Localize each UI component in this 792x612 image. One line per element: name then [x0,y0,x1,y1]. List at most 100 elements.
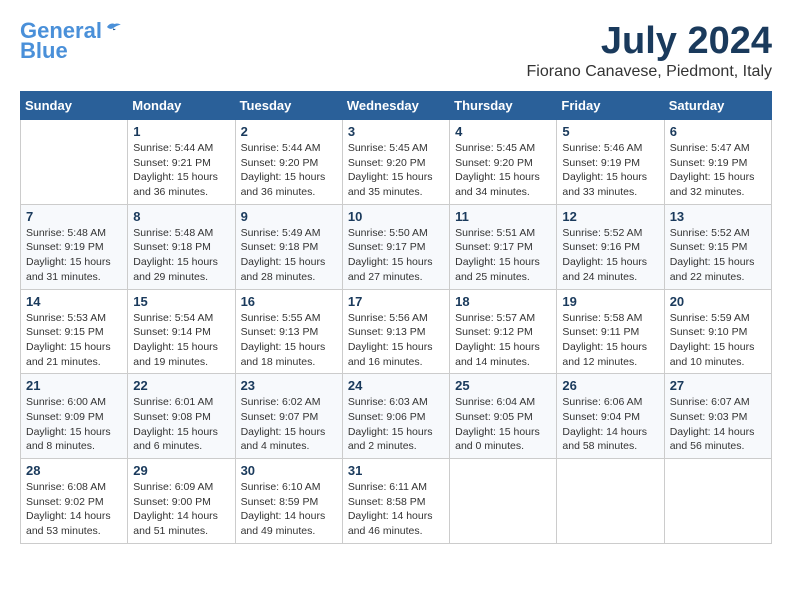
calendar-cell: 10 Sunrise: 5:50 AM Sunset: 9:17 PM Dayli… [342,204,449,289]
location-subtitle: Fiorano Canavese, Piedmont, Italy [527,63,772,81]
calendar-cell: 21 Sunrise: 6:00 AM Sunset: 9:09 PM Dayli… [21,374,128,459]
calendar-cell: 9Sunrise: 5:49 AM Sunset: 9:18 PM Daylig… [235,204,342,289]
logo-text2: Blue [20,40,68,62]
day-info: Sunrise: 6:00 AM Sunset: 9:09 PM Dayligh… [26,395,122,454]
day-info: Sunrise: 5:58 AM Sunset: 9:11 PM Dayligh… [562,311,658,370]
calendar-body: 1 Sunrise: 5:44 AM Sunset: 9:21 PM Daylig… [21,120,772,544]
day-info: Sunrise: 6:10 AM Sunset: 8:59 PM Dayligh… [241,480,337,539]
calendar-cell: 18 Sunrise: 5:57 AM Sunset: 9:12 PM Dayli… [450,289,557,374]
calendar-cell: 22 Sunrise: 6:01 AM Sunset: 9:08 PM Dayli… [128,374,235,459]
day-number: 2 [241,124,337,139]
calendar-table: SundayMondayTuesdayWednesdayThursdayFrid… [20,91,772,544]
month-year-title: July 2024 [527,20,772,63]
day-info: Sunrise: 5:47 AM Sunset: 9:19 PM Dayligh… [670,141,766,200]
header-day-tuesday: Tuesday [235,92,342,120]
calendar-cell: 20 Sunrise: 5:59 AM Sunset: 9:10 PM Dayli… [664,289,771,374]
header-day-wednesday: Wednesday [342,92,449,120]
day-number: 26 [562,378,658,393]
calendar-cell: 8 Sunrise: 5:48 AM Sunset: 9:18 PM Daylig… [128,204,235,289]
calendar-cell: 25Sunrise: 6:04 AM Sunset: 9:05 PM Dayli… [450,374,557,459]
day-number: 8 [133,209,229,224]
day-number: 7 [26,209,122,224]
day-number: 18 [455,294,551,309]
day-number: 15 [133,294,229,309]
day-info: Sunrise: 6:03 AM Sunset: 9:06 PM Dayligh… [348,395,444,454]
calendar-cell: 28 Sunrise: 6:08 AM Sunset: 9:02 PM Dayli… [21,459,128,544]
calendar-cell: 17 Sunrise: 5:56 AM Sunset: 9:13 PM Dayli… [342,289,449,374]
calendar-cell: 3Sunrise: 5:45 AM Sunset: 9:20 PM Daylig… [342,120,449,205]
week-row-1: 1 Sunrise: 5:44 AM Sunset: 9:21 PM Daylig… [21,120,772,205]
calendar-cell [21,120,128,205]
day-number: 19 [562,294,658,309]
day-number: 11 [455,209,551,224]
day-info: Sunrise: 5:45 AM Sunset: 9:20 PM Dayligh… [455,141,551,200]
day-number: 12 [562,209,658,224]
day-number: 10 [348,209,444,224]
day-number: 6 [670,124,766,139]
day-info: Sunrise: 5:49 AM Sunset: 9:18 PM Dayligh… [241,226,337,285]
calendar-cell: 16Sunrise: 5:55 AM Sunset: 9:13 PM Dayli… [235,289,342,374]
day-number: 20 [670,294,766,309]
calendar-header: SundayMondayTuesdayWednesdayThursdayFrid… [21,92,772,120]
day-info: Sunrise: 5:55 AM Sunset: 9:13 PM Dayligh… [241,311,337,370]
header-day-monday: Monday [128,92,235,120]
calendar-cell: 4Sunrise: 5:45 AM Sunset: 9:20 PM Daylig… [450,120,557,205]
calendar-cell: 31 Sunrise: 6:11 AM Sunset: 8:58 PM Dayli… [342,459,449,544]
day-info: Sunrise: 5:48 AM Sunset: 9:18 PM Dayligh… [133,226,229,285]
day-number: 17 [348,294,444,309]
day-info: Sunrise: 6:06 AM Sunset: 9:04 PM Dayligh… [562,395,658,454]
day-info: Sunrise: 5:44 AM Sunset: 9:21 PM Dayligh… [133,141,229,200]
calendar-cell [557,459,664,544]
day-info: Sunrise: 6:11 AM Sunset: 8:58 PM Dayligh… [348,480,444,539]
header-row: SundayMondayTuesdayWednesdayThursdayFrid… [21,92,772,120]
day-info: Sunrise: 5:59 AM Sunset: 9:10 PM Dayligh… [670,311,766,370]
day-number: 5 [562,124,658,139]
calendar-cell: 6 Sunrise: 5:47 AM Sunset: 9:19 PM Daylig… [664,120,771,205]
day-info: Sunrise: 5:57 AM Sunset: 9:12 PM Dayligh… [455,311,551,370]
calendar-cell: 23 Sunrise: 6:02 AM Sunset: 9:07 PM Dayli… [235,374,342,459]
day-number: 14 [26,294,122,309]
calendar-cell: 14Sunrise: 5:53 AM Sunset: 9:15 PM Dayli… [21,289,128,374]
day-number: 3 [348,124,444,139]
day-info: Sunrise: 5:44 AM Sunset: 9:20 PM Dayligh… [241,141,337,200]
calendar-cell: 30Sunrise: 6:10 AM Sunset: 8:59 PM Dayli… [235,459,342,544]
calendar-cell: 15 Sunrise: 5:54 AM Sunset: 9:14 PM Dayli… [128,289,235,374]
day-info: Sunrise: 6:04 AM Sunset: 9:05 PM Dayligh… [455,395,551,454]
day-info: Sunrise: 5:54 AM Sunset: 9:14 PM Dayligh… [133,311,229,370]
title-section: July 2024 Fiorano Canavese, Piedmont, It… [527,20,772,81]
calendar-cell: 12Sunrise: 5:52 AM Sunset: 9:16 PM Dayli… [557,204,664,289]
calendar-cell: 7 Sunrise: 5:48 AM Sunset: 9:19 PM Daylig… [21,204,128,289]
day-info: Sunrise: 5:50 AM Sunset: 9:17 PM Dayligh… [348,226,444,285]
day-info: Sunrise: 6:01 AM Sunset: 9:08 PM Dayligh… [133,395,229,454]
day-info: Sunrise: 5:56 AM Sunset: 9:13 PM Dayligh… [348,311,444,370]
day-info: Sunrise: 5:51 AM Sunset: 9:17 PM Dayligh… [455,226,551,285]
calendar-cell: 24Sunrise: 6:03 AM Sunset: 9:06 PM Dayli… [342,374,449,459]
logo: General Blue [20,20,122,62]
logo-bird-icon [104,20,122,34]
calendar-cell [450,459,557,544]
day-info: Sunrise: 5:52 AM Sunset: 9:15 PM Dayligh… [670,226,766,285]
day-info: Sunrise: 6:08 AM Sunset: 9:02 PM Dayligh… [26,480,122,539]
week-row-5: 28 Sunrise: 6:08 AM Sunset: 9:02 PM Dayli… [21,459,772,544]
day-number: 13 [670,209,766,224]
day-info: Sunrise: 6:09 AM Sunset: 9:00 PM Dayligh… [133,480,229,539]
day-info: Sunrise: 5:48 AM Sunset: 9:19 PM Dayligh… [26,226,122,285]
day-number: 23 [241,378,337,393]
day-number: 22 [133,378,229,393]
day-number: 28 [26,463,122,478]
day-number: 31 [348,463,444,478]
calendar-cell: 19 Sunrise: 5:58 AM Sunset: 9:11 PM Dayli… [557,289,664,374]
calendar-cell: 2 Sunrise: 5:44 AM Sunset: 9:20 PM Daylig… [235,120,342,205]
day-info: Sunrise: 6:02 AM Sunset: 9:07 PM Dayligh… [241,395,337,454]
calendar-cell: 5Sunrise: 5:46 AM Sunset: 9:19 PM Daylig… [557,120,664,205]
page-header: General Blue July 2024 Fiorano Canavese,… [20,20,772,81]
header-day-friday: Friday [557,92,664,120]
calendar-cell [664,459,771,544]
header-day-thursday: Thursday [450,92,557,120]
day-number: 1 [133,124,229,139]
day-info: Sunrise: 6:07 AM Sunset: 9:03 PM Dayligh… [670,395,766,454]
day-number: 21 [26,378,122,393]
week-row-3: 14Sunrise: 5:53 AM Sunset: 9:15 PM Dayli… [21,289,772,374]
calendar-cell: 29Sunrise: 6:09 AM Sunset: 9:00 PM Dayli… [128,459,235,544]
calendar-cell: 27Sunrise: 6:07 AM Sunset: 9:03 PM Dayli… [664,374,771,459]
